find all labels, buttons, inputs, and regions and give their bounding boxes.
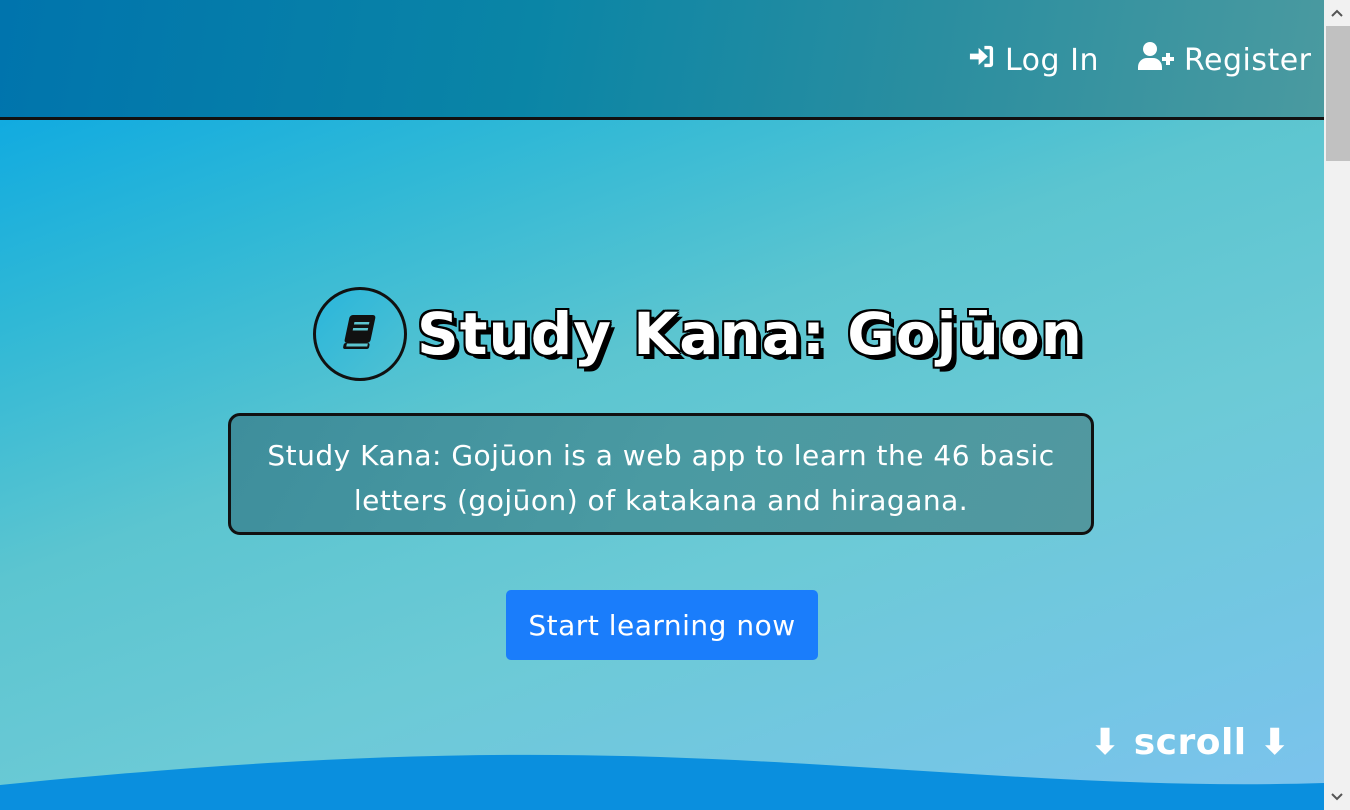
book-icon-badge [313, 287, 407, 381]
scroll-down-arrow-icon[interactable] [1324, 784, 1350, 810]
description-line-1: Study Kana: Gojūon is a web app to learn… [267, 439, 1055, 472]
app-description-box: Study Kana: Gojūon is a web app to learn… [228, 413, 1094, 535]
book-icon [338, 310, 382, 358]
login-label: Log In [1005, 42, 1099, 78]
hero-title-row: Study Kana: Gojūon [313, 286, 1083, 382]
top-navbar: Log In Register [0, 0, 1324, 120]
register-link[interactable]: Register [1138, 40, 1312, 80]
page-title: Study Kana: Gojūon [417, 300, 1083, 368]
wave-divider [0, 754, 1324, 810]
description-line-2: letters (gojūon) of katakana and hiragan… [353, 484, 969, 517]
page-viewport: Log In Register Study Kana: Gojūon Study… [0, 0, 1324, 810]
start-learning-button[interactable]: Start learning now [506, 590, 818, 660]
login-link[interactable]: Log In [968, 40, 1099, 80]
scroll-up-arrow-icon[interactable] [1324, 0, 1350, 26]
vertical-scrollbar[interactable] [1324, 0, 1350, 810]
sign-in-icon [968, 43, 1005, 78]
scrollbar-thumb[interactable] [1326, 26, 1350, 161]
user-plus-icon [1138, 41, 1184, 79]
register-label: Register [1184, 42, 1312, 78]
